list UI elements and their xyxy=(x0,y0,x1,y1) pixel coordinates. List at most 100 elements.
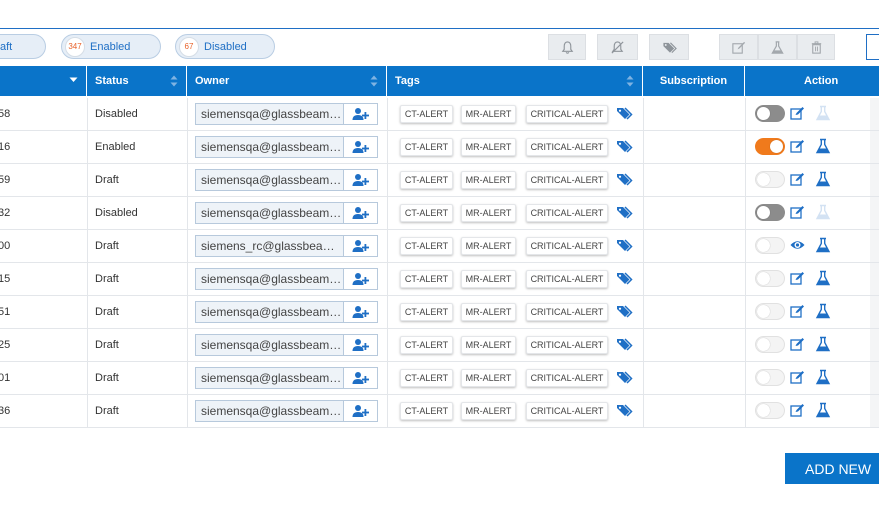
column-header-id[interactable] xyxy=(0,66,87,96)
flask-icon[interactable] xyxy=(815,171,831,187)
assign-owner-button[interactable] xyxy=(343,104,377,124)
assign-owner-button[interactable] xyxy=(343,368,377,388)
tag-chip[interactable]: CT-ALERT xyxy=(400,204,453,222)
assign-owner-button[interactable] xyxy=(343,401,377,421)
overflow-button[interactable] xyxy=(866,34,879,60)
table-row[interactable]: 16 Enabled siemensqa@glassbeam.com CT-ALE… xyxy=(0,131,879,164)
tag-chip[interactable]: CT-ALERT xyxy=(400,138,453,156)
table-row[interactable]: 25 Draft siemensqa@glassbeam.com CT-ALERT… xyxy=(0,329,879,362)
edit-icon[interactable] xyxy=(790,370,805,384)
column-header-tags[interactable]: Tags xyxy=(387,66,643,96)
status-toggle[interactable] xyxy=(755,336,785,353)
tag-chip[interactable]: MR-ALERT xyxy=(461,138,516,156)
tag-chip[interactable]: CRITICAL-ALERT xyxy=(526,369,608,387)
add-new-button[interactable]: ADD NEW xyxy=(785,453,879,484)
tag-chip[interactable]: MR-ALERT xyxy=(461,402,516,420)
edit-icon[interactable] xyxy=(790,172,805,186)
tag-chip[interactable]: CRITICAL-ALERT xyxy=(526,336,608,354)
tag-chip[interactable]: MR-ALERT xyxy=(461,105,516,123)
edit-button[interactable] xyxy=(719,34,758,60)
edit-icon[interactable] xyxy=(790,205,805,219)
status-toggle[interactable] xyxy=(755,270,785,287)
tag-chip[interactable]: MR-ALERT xyxy=(461,336,516,354)
subscribe-button[interactable] xyxy=(548,34,586,60)
tags-icon[interactable] xyxy=(616,403,634,418)
tag-chip[interactable]: CRITICAL-ALERT xyxy=(526,171,608,189)
tag-chip[interactable]: MR-ALERT xyxy=(461,369,516,387)
edit-icon[interactable] xyxy=(790,337,805,351)
tag-chip[interactable]: MR-ALERT xyxy=(461,237,516,255)
tag-chip[interactable]: CRITICAL-ALERT xyxy=(526,270,608,288)
tags-icon[interactable] xyxy=(616,139,634,154)
tags-icon[interactable] xyxy=(616,172,634,187)
tag-chip[interactable]: CRITICAL-ALERT xyxy=(526,105,608,123)
flask-icon[interactable] xyxy=(815,369,831,385)
assign-owner-button[interactable] xyxy=(343,203,377,223)
assign-owner-button[interactable] xyxy=(343,137,377,157)
tags-icon[interactable] xyxy=(616,304,634,319)
tag-chip[interactable]: MR-ALERT xyxy=(461,171,516,189)
owner-field[interactable]: siemensqa@glassbeam.com xyxy=(195,103,378,125)
status-toggle[interactable] xyxy=(755,303,785,320)
table-row[interactable]: 32 Disabled siemensqa@glassbeam.com CT-AL… xyxy=(0,197,879,230)
assign-owner-button[interactable] xyxy=(343,335,377,355)
assign-owner-button[interactable] xyxy=(343,236,377,256)
assign-owner-button[interactable] xyxy=(343,269,377,289)
owner-field[interactable]: siemensqa@glassbeam.com xyxy=(195,169,378,191)
filter-pill-disabled[interactable]: 67 Disabled xyxy=(175,34,275,59)
owner-field[interactable]: siemensqa@glassbeam.com xyxy=(195,334,378,356)
table-row[interactable]: 58 Disabled siemensqa@glassbeam.com CT-AL… xyxy=(0,98,879,131)
owner-field[interactable]: siemensqa@glassbeam.com xyxy=(195,136,378,158)
tag-chip[interactable]: CT-ALERT xyxy=(400,336,453,354)
owner-field[interactable]: siemensqa@glassbeam.com xyxy=(195,268,378,290)
test-button[interactable] xyxy=(758,34,797,60)
tags-icon[interactable] xyxy=(616,205,634,220)
eye-icon[interactable] xyxy=(790,238,805,252)
table-row[interactable]: 15 Draft siemensqa@glassbeam.com CT-ALERT… xyxy=(0,263,879,296)
tag-chip[interactable]: CT-ALERT xyxy=(400,270,453,288)
column-header-status[interactable]: Status xyxy=(87,66,187,96)
tag-chip[interactable]: CRITICAL-ALERT xyxy=(526,402,608,420)
assign-owner-button[interactable] xyxy=(343,302,377,322)
tag-chip[interactable]: CT-ALERT xyxy=(400,369,453,387)
tag-chip[interactable]: MR-ALERT xyxy=(461,303,516,321)
flask-icon[interactable] xyxy=(815,303,831,319)
tag-chip[interactable]: MR-ALERT xyxy=(461,204,516,222)
edit-icon[interactable] xyxy=(790,304,805,318)
tag-chip[interactable]: CT-ALERT xyxy=(400,402,453,420)
status-toggle[interactable] xyxy=(755,402,785,419)
owner-field[interactable]: siemensqa@glassbeam.com xyxy=(195,301,378,323)
table-row[interactable]: 36 Draft siemensqa@glassbeam.com CT-ALERT… xyxy=(0,395,879,428)
tag-chip[interactable]: CRITICAL-ALERT xyxy=(526,204,608,222)
tag-chip[interactable]: CT-ALERT xyxy=(400,303,453,321)
status-toggle[interactable] xyxy=(755,204,785,221)
assign-owner-button[interactable] xyxy=(343,170,377,190)
delete-button[interactable] xyxy=(797,34,835,60)
tags-button[interactable] xyxy=(649,34,689,60)
tag-chip[interactable]: CRITICAL-ALERT xyxy=(526,303,608,321)
table-row[interactable]: 01 Draft siemensqa@glassbeam.com CT-ALERT… xyxy=(0,362,879,395)
table-row[interactable]: 59 Draft siemensqa@glassbeam.com CT-ALERT… xyxy=(0,164,879,197)
owner-field[interactable]: siemensqa@glassbeam.com xyxy=(195,202,378,224)
tag-chip[interactable]: CRITICAL-ALERT xyxy=(526,138,608,156)
column-header-owner[interactable]: Owner xyxy=(187,66,387,96)
table-row[interactable]: 00 Draft siemens_rc@glassbeam.com CT-ALER… xyxy=(0,230,879,263)
owner-field[interactable]: siemens_rc@glassbeam.com xyxy=(195,235,378,257)
tag-chip[interactable]: CRITICAL-ALERT xyxy=(526,237,608,255)
flask-icon[interactable] xyxy=(815,237,831,253)
flask-icon[interactable] xyxy=(815,138,831,154)
owner-field[interactable]: siemensqa@glassbeam.com xyxy=(195,400,378,422)
tag-chip[interactable]: MR-ALERT xyxy=(461,270,516,288)
edit-icon[interactable] xyxy=(790,106,805,120)
tag-chip[interactable]: CT-ALERT xyxy=(400,171,453,189)
tags-icon[interactable] xyxy=(616,271,634,286)
tags-icon[interactable] xyxy=(616,370,634,385)
flask-icon[interactable] xyxy=(815,270,831,286)
owner-field[interactable]: siemensqa@glassbeam.com xyxy=(195,367,378,389)
tag-chip[interactable]: CT-ALERT xyxy=(400,237,453,255)
filter-pill-draft[interactable]: aft xyxy=(0,34,46,59)
edit-icon[interactable] xyxy=(790,403,805,417)
tags-icon[interactable] xyxy=(616,106,634,121)
tag-chip[interactable]: CT-ALERT xyxy=(400,105,453,123)
status-toggle[interactable] xyxy=(755,237,785,254)
